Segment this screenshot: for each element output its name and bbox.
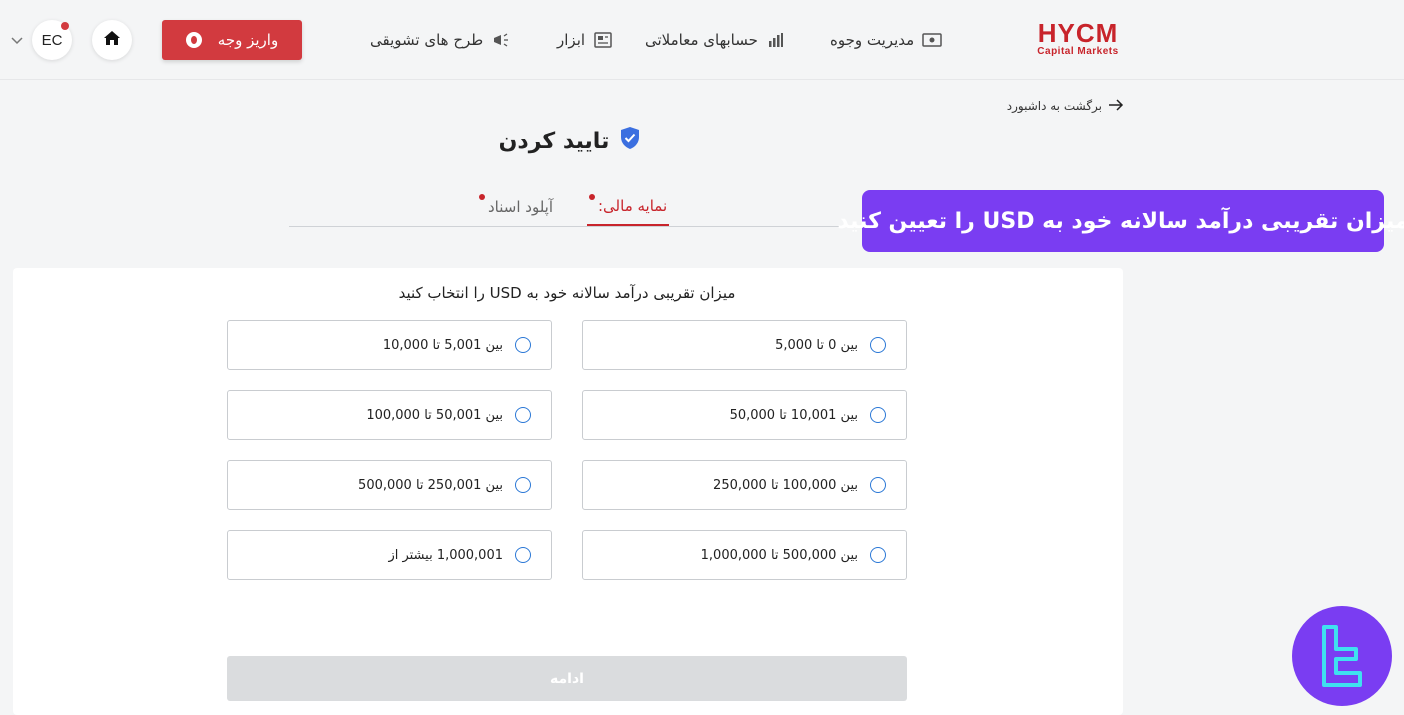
income-option[interactable]: بین 250,001 تا 500,000 (227, 460, 552, 510)
option-label: 1,000,001 بیشتر از (388, 547, 503, 563)
income-option[interactable]: بین 10,001 تا 50,000 (582, 390, 907, 440)
cash-icon (922, 30, 942, 50)
option-label: بین 0 تا 5,000 (775, 337, 858, 353)
nav-item-label: حسابهای معاملاتی (645, 31, 758, 49)
radio-button[interactable] (515, 547, 531, 563)
option-label: بین 10,001 تا 50,000 (729, 407, 858, 423)
nav-item-promotions[interactable]: طرح های تشویقی (370, 28, 511, 52)
instruction-banner: میزان تقریبی درآمد سالانه خود به USD را … (837, 190, 1404, 252)
income-option[interactable]: بین 5,001 تا 10,000 (227, 320, 552, 370)
option-label: بین 5,001 تا 10,000 (382, 337, 503, 353)
arrow-right-icon (1108, 98, 1124, 114)
radio-button[interactable] (870, 477, 886, 493)
option-label: بین 50,001 تا 100,000 (366, 407, 503, 423)
income-option[interactable]: بین 100,000 تا 250,000 (582, 460, 907, 510)
option-label: بین 250,001 تا 500,000 (358, 477, 503, 493)
logo-subtitle: Capital Markets (1037, 46, 1119, 57)
notification-dot (61, 22, 69, 30)
question-card (13, 268, 1123, 715)
tab-financial-profile[interactable]: نمایه مالی: (587, 188, 670, 226)
verified-shield-icon (619, 126, 641, 156)
hycm-logo[interactable]: HYCM Capital Markets (1030, 20, 1126, 58)
deposit-button[interactable]: واریز وجه (162, 20, 302, 60)
back-link-label: برگشت به داشبورد (1006, 99, 1102, 113)
logo-brand: HYCM (1037, 18, 1119, 48)
radio-button[interactable] (515, 477, 531, 493)
tab-label: نمایه مالی: (598, 197, 668, 215)
option-label: بین 100,000 تا 250,000 (713, 477, 858, 493)
home-icon (103, 30, 121, 50)
watermark-logo (1292, 606, 1392, 706)
tab-label: آپلود اسناد (488, 198, 554, 216)
bar-chart-icon (766, 30, 786, 50)
tab-upload-documents[interactable]: آپلود اسناد (479, 188, 553, 226)
nav-item-tools[interactable]: ابزار (557, 28, 613, 52)
continue-button[interactable]: ادامه (227, 656, 907, 701)
nav-item-label: ابزار (557, 31, 586, 49)
verification-tabs: نمایه مالی: آپلود اسناد (289, 182, 844, 227)
nav-item-label: طرح های تشویقی (370, 31, 484, 49)
user-initials: EC (41, 31, 63, 49)
income-option[interactable]: بین 0 تا 5,000 (582, 320, 907, 370)
question-text: میزان تقریبی درآمد سالانه خود به USD را … (398, 284, 736, 302)
radio-button[interactable] (515, 407, 531, 423)
back-to-dashboard-link[interactable]: برگشت به داشبورد (1000, 96, 1124, 116)
required-dot (479, 194, 485, 200)
nav-item-label: مدیریت وجوه (830, 31, 915, 49)
nav-item-trading-accounts[interactable]: حسابهای معاملاتی (645, 28, 786, 52)
income-option[interactable]: 1,000,001 بیشتر از (227, 530, 552, 580)
megaphone-icon (491, 30, 511, 50)
radio-button[interactable] (870, 407, 886, 423)
radio-button[interactable] (870, 337, 886, 353)
home-button[interactable] (92, 20, 132, 60)
deposit-label: واریز وجه (217, 31, 279, 49)
income-option[interactable]: بین 500,000 تا 1,000,000 (582, 530, 907, 580)
coin-icon (185, 32, 202, 48)
option-label: بین 500,000 تا 1,000,000 (700, 547, 858, 563)
required-dot (589, 194, 595, 200)
chevron-down-icon[interactable] (10, 34, 24, 48)
top-header: HYCM Capital Markets مدیریت وجوه حسابهای… (0, 0, 1404, 80)
radio-button[interactable] (515, 337, 531, 353)
page-title-text: تایید کردن (498, 128, 610, 154)
income-option[interactable]: بین 50,001 تا 100,000 (227, 390, 552, 440)
nav-item-funds[interactable]: مدیریت وجوه (830, 28, 942, 52)
user-avatar[interactable]: EC (32, 20, 72, 60)
newspaper-icon (593, 30, 613, 50)
radio-button[interactable] (870, 547, 886, 563)
page-title: تایید کردن (440, 124, 700, 158)
